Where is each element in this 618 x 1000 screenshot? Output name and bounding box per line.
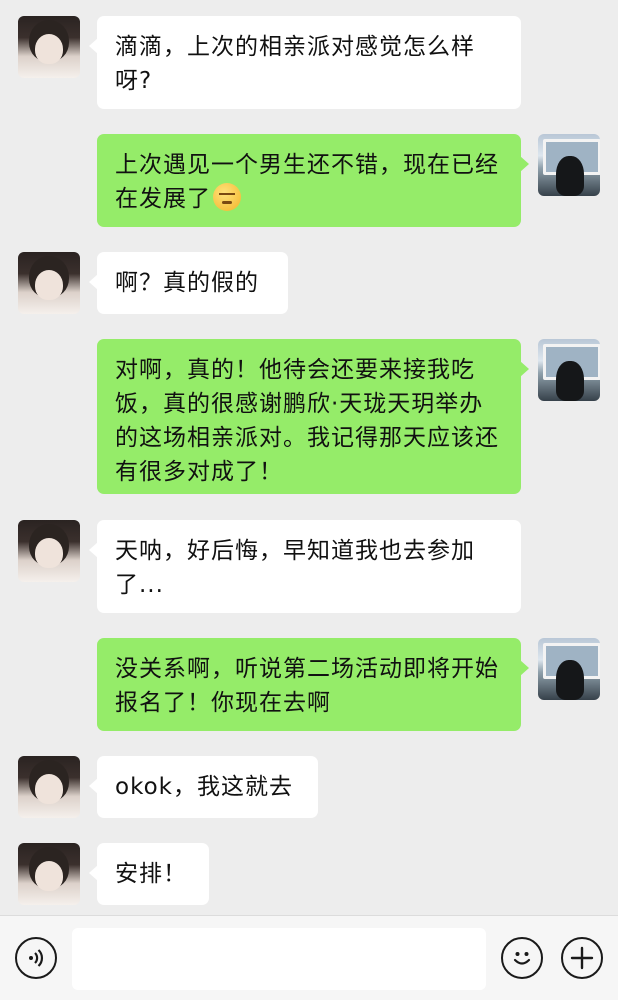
contact-avatar[interactable]: [18, 843, 80, 905]
plus-button[interactable]: [561, 937, 603, 979]
message-bubble-incoming[interactable]: 安排！: [89, 843, 209, 905]
message-bubble-outgoing[interactable]: 对啊，真的！他待会还要来接我吃饭，真的很感谢鹏欣·天珑天玥举办的这场相亲派对。我…: [97, 339, 529, 494]
message-input[interactable]: [72, 928, 486, 990]
message-bubble-incoming[interactable]: 滴滴，上次的相亲派对感觉怎么样呀?: [89, 16, 521, 109]
message-text: 滴滴，上次的相亲派对感觉怎么样呀?: [115, 34, 475, 94]
user-avatar[interactable]: [538, 134, 600, 196]
message-text: 天呐，好后悔，早知道我也去参加了...: [115, 538, 475, 598]
message-text: 对啊，真的！他待会还要来接我吃饭，真的很感谢鹏欣·天珑天玥举办的这场相亲派对。我…: [115, 357, 499, 485]
message-bubble-incoming[interactable]: 天呐，好后悔，早知道我也去参加了...: [89, 520, 521, 613]
message-text: 啊？真的假的: [115, 270, 259, 296]
contact-avatar[interactable]: [18, 756, 80, 818]
emoji-icon: [513, 952, 531, 965]
message-text: 安排！: [115, 861, 187, 887]
emoji-button[interactable]: [501, 937, 543, 979]
chat-input-bar: [0, 915, 618, 1000]
message-text: 没关系啊，听说第二场活动即将开始报名了！你现在去啊: [115, 656, 499, 716]
message-bubble-outgoing[interactable]: 上次遇见一个男生还不错，现在已经在发展了: [97, 134, 529, 227]
contact-avatar[interactable]: [18, 252, 80, 314]
plus-icon: [570, 946, 594, 970]
message-bubble-incoming[interactable]: 啊？真的假的: [89, 252, 288, 314]
contact-avatar[interactable]: [18, 520, 80, 582]
user-avatar[interactable]: [538, 638, 600, 700]
message-text: okok，我这就去: [115, 774, 293, 800]
contact-avatar[interactable]: [18, 16, 80, 78]
user-avatar[interactable]: [538, 339, 600, 401]
message-bubble-incoming[interactable]: okok，我这就去: [89, 756, 318, 818]
message-bubble-outgoing[interactable]: 没关系啊，听说第二场活动即将开始报名了！你现在去啊: [97, 638, 529, 731]
chat-message-list[interactable]: 滴滴，上次的相亲派对感觉怎么样呀? 上次遇见一个男生还不错，现在已经在发展了 啊…: [0, 0, 618, 915]
voice-button[interactable]: [15, 937, 57, 979]
smirk-emoji-icon: [213, 183, 241, 211]
message-text: 上次遇见一个男生还不错，现在已经在发展了: [115, 152, 499, 212]
voice-icon: [29, 949, 43, 967]
